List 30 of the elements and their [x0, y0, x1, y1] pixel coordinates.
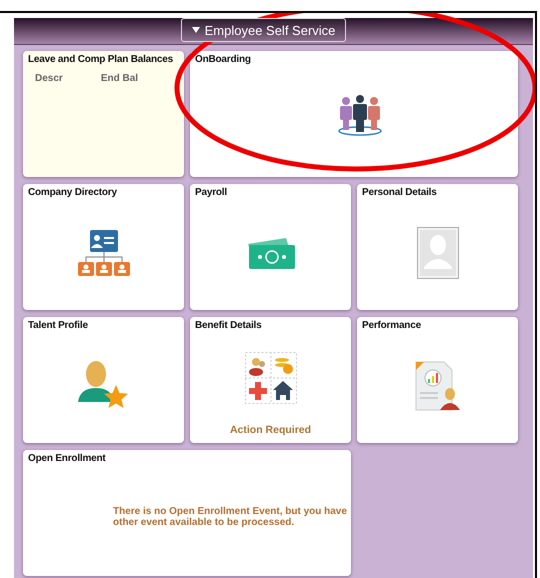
- status-text: Action Required: [230, 424, 312, 438]
- org-chart-icon: [78, 230, 130, 276]
- tile-card[interactable]: Benefit Details Action Required: [190, 317, 351, 443]
- tile-card[interactable]: Payroll: [190, 184, 351, 310]
- tile-card[interactable]: Leave and Comp Plan Balances Descr End Bal: [23, 51, 184, 177]
- money-icon: [246, 236, 296, 270]
- tile-title: Leave and Comp Plan Balances: [28, 54, 174, 65]
- report-person-icon: [414, 360, 462, 412]
- people-group-icon: [337, 94, 383, 136]
- tile-title: Benefit Details: [195, 320, 262, 331]
- tile-title: Personal Details: [362, 187, 437, 198]
- tile-title: Talent Profile: [28, 320, 88, 331]
- tile-card[interactable]: OnBoarding: [190, 51, 518, 177]
- tile-card[interactable]: Performance: [357, 317, 518, 443]
- homepage-selector[interactable]: Employee Self Service: [180, 18, 346, 42]
- caret-icon: [192, 27, 200, 33]
- column-header: End Bal: [100, 73, 138, 84]
- benefits-grid-icon: [244, 352, 296, 404]
- tile-card[interactable]: Personal Details: [357, 184, 518, 310]
- person-placeholder-icon: [416, 226, 458, 278]
- tile-title: Performance: [362, 320, 421, 331]
- message-text: There is no Open Enrollment Event, but you have other event available to be processed.: [113, 506, 348, 528]
- tile-card[interactable]: Company Directory: [23, 184, 184, 310]
- tile-title: Payroll: [195, 187, 227, 198]
- column-header: Descr: [35, 73, 63, 84]
- tile-card[interactable]: Open Enrollment There is no Open Enrollment Event, but you have other event available to be processed.: [23, 450, 351, 576]
- tile-title: Open Enrollment: [28, 453, 106, 464]
- tile-card[interactable]: Talent Profile: [23, 317, 184, 443]
- tile-title: OnBoarding: [195, 54, 251, 65]
- tile-title: Company Directory: [28, 187, 117, 198]
